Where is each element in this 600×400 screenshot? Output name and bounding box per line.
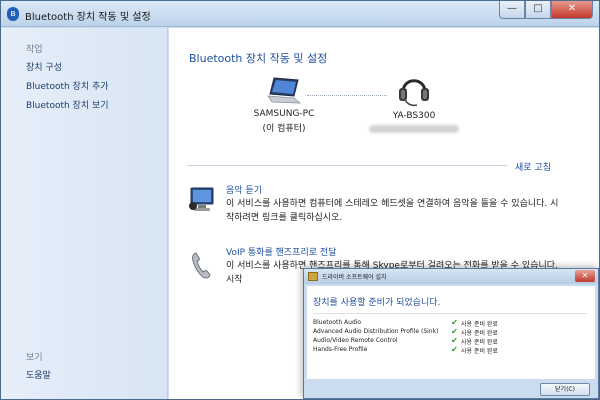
sidebar-section-see-also: 보기 (26, 353, 43, 363)
sidebar-link-view-devices[interactable]: Bluetooth 장치 보기 (26, 98, 109, 111)
computer-device[interactable]: SAMSUNG-PC (이 컴퓨터) (239, 76, 329, 134)
sidebar: 작업 장치 구성 Bluetooth 장치 추가 Bluetooth 장치 보기… (1, 28, 168, 399)
phone-handset-icon (192, 252, 211, 279)
service-music-description: 이 서비스를 사용하면 컴퓨터에 스테레오 헤드셋을 연결하여 음악을 들을 수… (226, 199, 559, 223)
headset-address-redacted (369, 125, 459, 133)
driver-status: 사용 준비 완료 (461, 339, 498, 346)
driver-name: Audio/Video Remote Control (313, 337, 398, 344)
driver-status: 사용 준비 완료 (461, 330, 498, 337)
computer-name: SAMSUNG-PC (253, 109, 315, 119)
driver-status: 사용 준비 완료 (461, 321, 498, 328)
window-controls: — □ ✕ (499, 1, 593, 19)
divider (187, 165, 507, 166)
dialog-title-bar[interactable]: 드라이버 소프트웨어 설치 ✕ (304, 269, 598, 284)
close-button[interactable]: ✕ (551, 1, 593, 19)
bluetooth-icon: ʙ (7, 7, 19, 21)
sidebar-link-help[interactable]: 도움말 (26, 368, 51, 381)
sidebar-section-tasks: 작업 (26, 45, 43, 55)
driver-name: Hands-Free Profile (313, 346, 368, 353)
sidebar-link-configure-device[interactable]: 장치 구성 (26, 60, 62, 73)
laptop-icon (267, 77, 302, 104)
dialog-close-icon[interactable]: ✕ (575, 270, 595, 282)
headset-icon (399, 79, 429, 107)
dialog-title: 드라이버 소프트웨어 설치 (322, 274, 387, 281)
headset-name: YA-BS300 (392, 111, 436, 121)
refresh-link[interactable]: 새로 고침 (515, 160, 551, 173)
driver-name: Bluetooth Audio (313, 319, 362, 326)
driver-install-dialog: 드라이버 소프트웨어 설치 ✕ 장치를 사용할 준비가 되었습니다. Bluet… (303, 268, 599, 399)
dialog-message: 장치를 사용할 준비가 되었습니다. (313, 298, 441, 308)
maximize-button[interactable]: □ (525, 1, 551, 19)
checkmark-icon: ✔ (451, 345, 458, 354)
music-service-icon (189, 187, 214, 211)
checkmark-icon: ✔ (451, 336, 458, 345)
dialog-separator (313, 313, 587, 314)
window-title: Bluetooth 장치 작동 및 설정 (25, 12, 151, 23)
driver-name: Advanced Audio Distribution Profile (Sin… (313, 328, 439, 335)
dialog-close-button[interactable]: 닫기(C) (540, 383, 590, 396)
title-bar[interactable]: ʙ Bluetooth 장치 작동 및 설정 — □ ✕ (1, 1, 599, 27)
computer-subtitle: (이 컴퓨터) (262, 124, 306, 134)
headset-device[interactable]: YA-BS300 (369, 72, 459, 133)
driver-icon (308, 272, 318, 281)
driver-status: 사용 준비 완료 (461, 348, 498, 355)
sidebar-link-add-device[interactable]: Bluetooth 장치 추가 (26, 79, 109, 92)
minimize-button[interactable]: — (499, 1, 525, 19)
dialog-body: 장치를 사용할 준비가 되었습니다. Bluetooth Audio ✔ 사용 … (307, 286, 595, 379)
list-item: Hands-Free Profile ✔ 사용 준비 완료 (313, 345, 589, 355)
service-music-link[interactable]: 음악 듣기 (226, 183, 262, 196)
checkmark-icon: ✔ (451, 318, 458, 327)
service-voip-link[interactable]: VoIP 통화를 핸즈프리로 전달 (226, 245, 336, 258)
checkmark-icon: ✔ (451, 327, 458, 336)
page-title: Bluetooth 장치 작동 및 설정 (189, 52, 328, 65)
